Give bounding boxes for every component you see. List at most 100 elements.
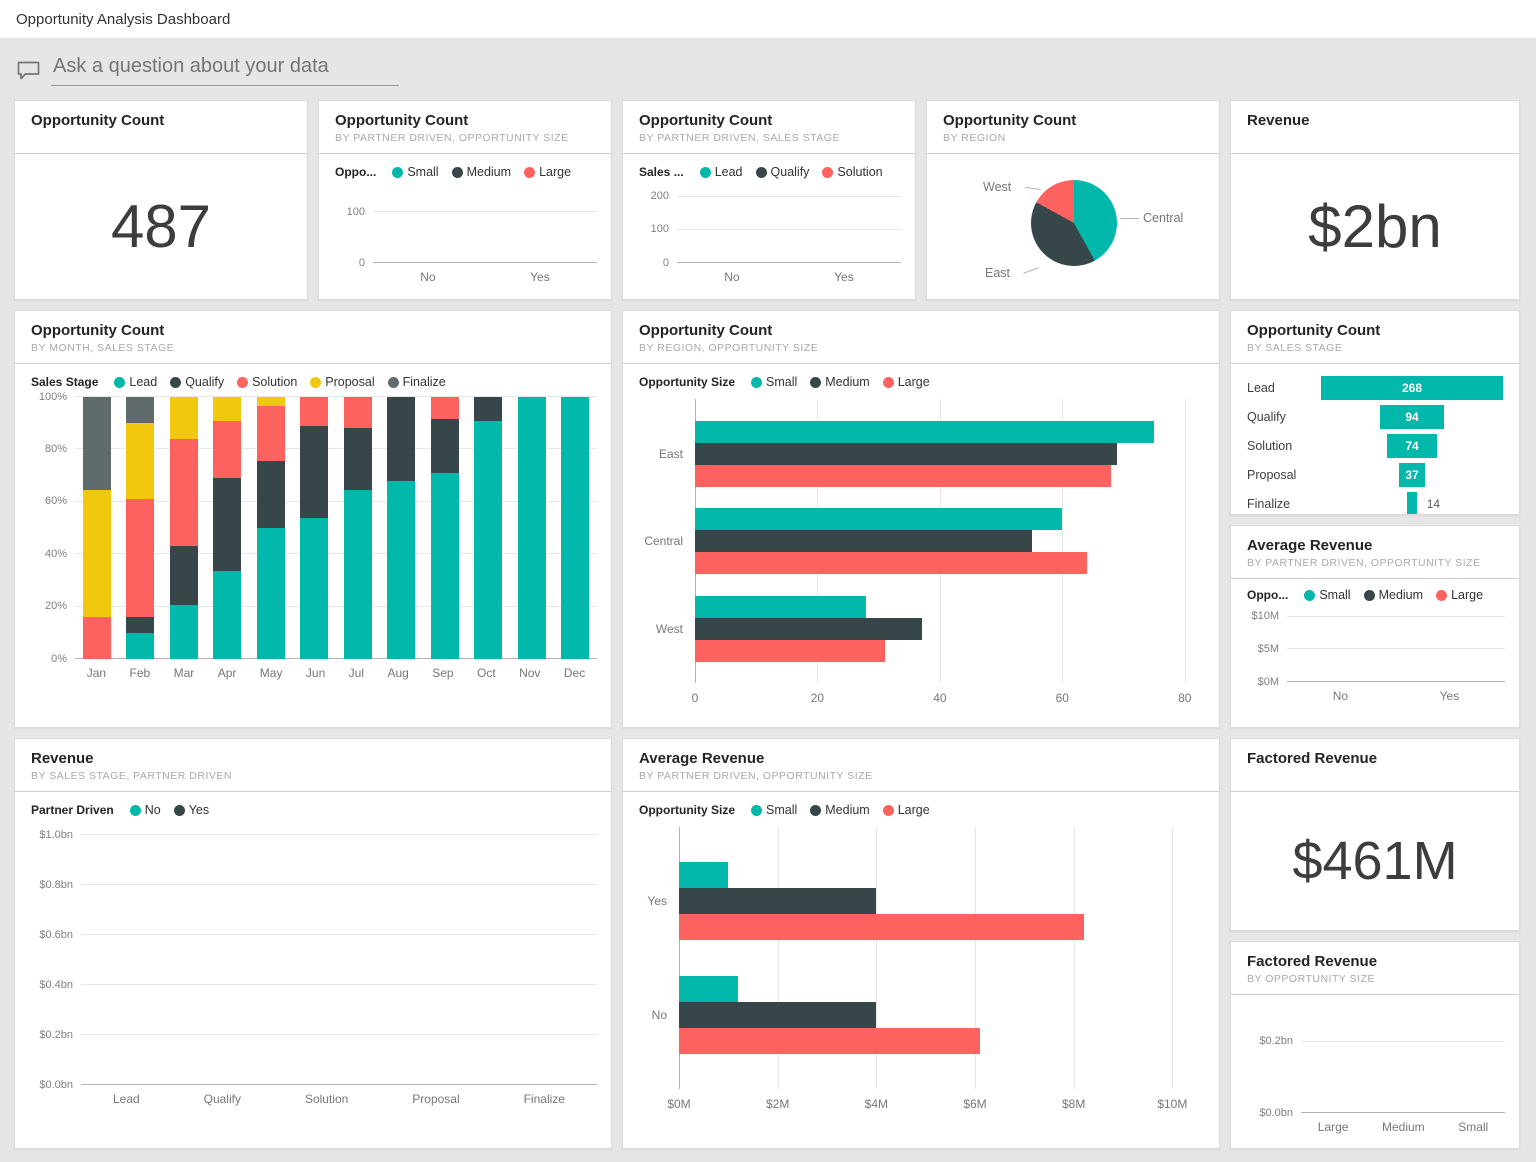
bar-qualify[interactable] <box>213 478 241 571</box>
bar-qualify[interactable] <box>387 397 415 481</box>
legend-item[interactable]: Lead <box>700 165 743 179</box>
legend-item[interactable]: Small <box>1304 588 1350 602</box>
tile-revenue-kpi[interactable]: Revenue $2bn <box>1230 100 1520 300</box>
bar-lead[interactable] <box>518 397 546 659</box>
funnel-bar[interactable]: 268 <box>1321 376 1503 400</box>
bar-proposal[interactable] <box>257 397 285 406</box>
qa-input[interactable] <box>51 55 399 86</box>
legend-item[interactable]: Medium <box>452 165 511 179</box>
bar-solution[interactable] <box>170 439 198 546</box>
tile-count-by-partner-size[interactable]: Opportunity Count BY PARTNER DRIVEN, OPP… <box>318 100 612 300</box>
pie[interactable] <box>1031 180 1117 266</box>
legend-item[interactable]: Finalize <box>388 375 446 389</box>
legend-item[interactable]: Small <box>751 803 797 817</box>
tile-count-by-region[interactable]: Opportunity Count BY REGION West Central… <box>926 100 1220 300</box>
bar-large[interactable] <box>695 640 885 662</box>
bar-solution[interactable] <box>257 406 285 461</box>
bar-lead[interactable] <box>344 490 372 659</box>
tile-avg-revenue-partner-size-h[interactable]: Average Revenue BY PARTNER DRIVEN, OPPOR… <box>622 738 1220 1149</box>
legend-item[interactable]: Yes <box>174 803 209 817</box>
bar-large[interactable] <box>679 914 1084 940</box>
bar-large[interactable] <box>679 1028 980 1054</box>
bar-proposal[interactable] <box>213 397 241 421</box>
legend-item[interactable]: Proposal <box>310 375 374 389</box>
bar-lead[interactable] <box>213 571 241 659</box>
tile-count-funnel[interactable]: Opportunity Count BY SALES STAGE Lead268… <box>1230 310 1520 515</box>
bar-small[interactable] <box>695 596 866 618</box>
legend-item[interactable]: Large <box>883 803 930 817</box>
bar-small[interactable] <box>695 421 1154 443</box>
legend-item[interactable]: Large <box>524 165 571 179</box>
bar-qualify[interactable] <box>344 428 372 490</box>
bar-qualify[interactable] <box>431 419 459 473</box>
tile-opportunity-count-kpi[interactable]: Opportunity Count 487 <box>14 100 308 300</box>
funnel-rows: Lead268Qualify94Solution74Proposal37Fina… <box>1231 364 1519 515</box>
tile-revenue-by-stage-partner[interactable]: Revenue BY SALES STAGE, PARTNER DRIVEN P… <box>14 738 612 1149</box>
legend-item[interactable]: Medium <box>810 803 869 817</box>
bar-medium[interactable] <box>695 443 1117 465</box>
bar-medium[interactable] <box>695 530 1032 552</box>
bar-small[interactable] <box>679 862 728 888</box>
bar-finalize[interactable] <box>83 397 111 490</box>
tile-count-by-region-size[interactable]: Opportunity Count BY REGION, OPPORTUNITY… <box>622 310 1220 728</box>
bar-qualify[interactable] <box>257 461 285 528</box>
tile-count-by-month-stage[interactable]: Opportunity Count BY MONTH, SALES STAGE … <box>14 310 612 728</box>
legend-item[interactable]: Large <box>883 375 930 389</box>
bar-solution[interactable] <box>126 499 154 617</box>
funnel-bar[interactable] <box>1407 492 1417 515</box>
bar-qualify[interactable] <box>300 426 328 518</box>
legend-item[interactable]: Qualify <box>756 165 810 179</box>
bar-large[interactable] <box>695 465 1111 487</box>
bar-lead[interactable] <box>126 633 154 659</box>
bar-qualify[interactable] <box>474 397 502 421</box>
tile-count-by-partner-stage[interactable]: Opportunity Count BY PARTNER DRIVEN, SAL… <box>622 100 916 300</box>
bar-proposal[interactable] <box>126 423 154 499</box>
bar-solution[interactable] <box>300 397 328 426</box>
tile-avg-revenue-partner-size[interactable]: Average Revenue BY PARTNER DRIVEN, OPPOR… <box>1230 525 1520 728</box>
bar-large[interactable] <box>695 552 1087 574</box>
funnel-bar[interactable]: 37 <box>1399 463 1424 487</box>
bar-lead[interactable] <box>431 473 459 659</box>
legend-item[interactable]: Lead <box>114 375 157 389</box>
chart-legend: Oppo... SmallMediumLarge <box>319 154 611 181</box>
bar-medium[interactable] <box>679 888 876 914</box>
bar-qualify[interactable] <box>126 617 154 633</box>
x-axis-tick: No <box>420 270 435 284</box>
bar-lead[interactable] <box>474 421 502 659</box>
legend-item[interactable]: Large <box>1436 588 1483 602</box>
legend-item[interactable]: Qualify <box>170 375 224 389</box>
bar-proposal[interactable] <box>170 397 198 439</box>
chart-legend: Partner Driven NoYes <box>15 792 611 819</box>
bar-lead[interactable] <box>300 518 328 659</box>
bar-solution[interactable] <box>344 397 372 428</box>
legend-item[interactable]: Medium <box>1364 588 1423 602</box>
bar-qualify[interactable] <box>170 546 198 605</box>
bar-lead[interactable] <box>257 528 285 659</box>
bar-lead[interactable] <box>561 397 589 659</box>
card-header: Opportunity Count BY REGION, OPPORTUNITY… <box>623 311 1219 364</box>
tile-factored-revenue-by-size[interactable]: Factored Revenue BY OPPORTUNITY SIZE $0.… <box>1230 941 1520 1149</box>
bar-lead[interactable] <box>170 605 198 659</box>
legend-item[interactable]: No <box>130 803 161 817</box>
x-axis-tick: Medium <box>1382 1120 1425 1134</box>
funnel-bar[interactable]: 74 <box>1387 434 1437 458</box>
bar-solution[interactable] <box>83 617 111 659</box>
bar-solution[interactable] <box>431 397 459 419</box>
legend-item[interactable]: Medium <box>810 375 869 389</box>
funnel-bar[interactable]: 94 <box>1380 405 1444 429</box>
bar-solution[interactable] <box>213 421 241 479</box>
bar-proposal[interactable] <box>83 490 111 617</box>
tile-factored-revenue-kpi[interactable]: Factored Revenue $461M <box>1230 738 1520 931</box>
legend-item[interactable]: Small <box>392 165 438 179</box>
bar-medium[interactable] <box>679 1002 876 1028</box>
legend-item[interactable]: Small <box>751 375 797 389</box>
pie-leader-line <box>1025 187 1041 190</box>
bar-medium[interactable] <box>695 618 922 640</box>
legend-item[interactable]: Solution <box>237 375 297 389</box>
bar-small[interactable] <box>695 508 1062 530</box>
bar-small[interactable] <box>679 976 738 1002</box>
legend-item[interactable]: Solution <box>822 165 882 179</box>
legend-item-label: Solution <box>837 165 882 179</box>
bar-lead[interactable] <box>387 481 415 659</box>
bar-finalize[interactable] <box>126 397 154 423</box>
